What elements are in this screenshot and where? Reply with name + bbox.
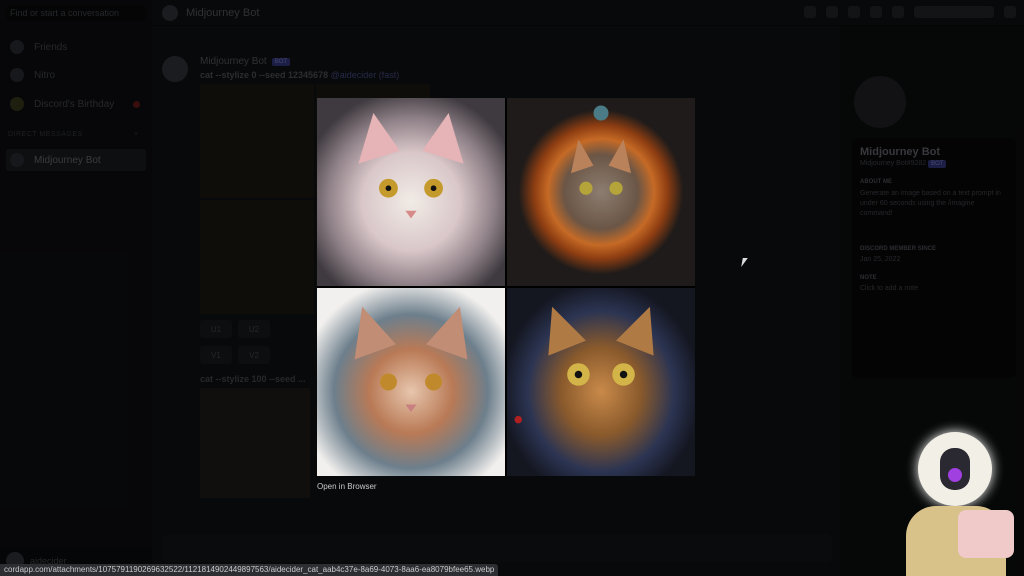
webcam-overlay: [896, 430, 1024, 576]
cat-image-3: [317, 288, 505, 476]
mascot-logo: [958, 510, 1014, 558]
cat-image-4: [507, 288, 695, 476]
status-bar-url: cordapp.com/attachments/1075791190269632…: [0, 564, 499, 576]
lightbox-image[interactable]: [317, 98, 695, 476]
open-in-browser-link[interactable]: Open in Browser: [317, 482, 377, 491]
robot-eye: [948, 468, 962, 482]
cat-image-1: [317, 98, 505, 286]
cat-image-2: [507, 98, 695, 286]
